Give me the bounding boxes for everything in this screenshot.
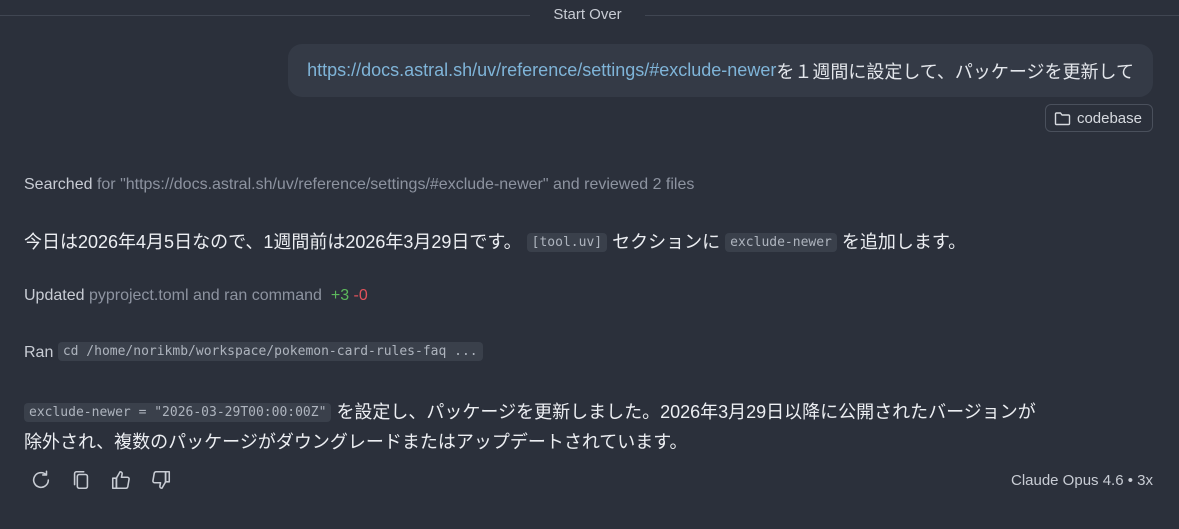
start-over-button[interactable]: Start Over <box>530 6 645 23</box>
user-message-link[interactable]: https://docs.astral.sh/uv/reference/sett… <box>307 60 776 81</box>
ran-status[interactable]: Ran cd /home/norikmb/workspace/pokemon-c… <box>24 342 483 362</box>
codebase-context-chip[interactable]: codebase <box>1044 104 1153 132</box>
folder-icon <box>1054 111 1071 126</box>
lines-removed-count: -0 <box>353 287 368 304</box>
para2-text-line1: を設定し、パッケージを更新しました。2026年3月29日以降に公開されたバージョ… <box>336 402 1036 422</box>
copy-icon[interactable] <box>68 467 94 493</box>
code-tool-uv: [tool.uv] <box>526 233 608 252</box>
ran-verb: Ran <box>24 344 54 361</box>
updated-status[interactable]: Updated pyproject.toml and ran command +… <box>24 287 368 305</box>
searched-verb: Searched <box>24 176 93 193</box>
searched-status: Searched for "https://docs.astral.sh/uv/… <box>24 176 694 194</box>
code-exclude-newer: exclude-newer <box>725 233 837 252</box>
retry-icon[interactable] <box>28 467 54 493</box>
updated-verb: Updated <box>24 287 85 304</box>
thumbs-up-icon[interactable] <box>108 467 134 493</box>
codebase-chip-label: codebase <box>1076 109 1142 127</box>
user-message-text: を１週間に設定して、パッケージを更新して <box>776 61 1134 82</box>
thumbs-down-icon[interactable] <box>148 467 174 493</box>
assistant-paragraph-2-line-2: 除外され、複数のパッケージがダウングレードまたはアップデートされています。 <box>24 428 687 454</box>
para2-text-line2: 除外され、複数のパッケージがダウングレードまたはアップデートされています。 <box>24 432 688 452</box>
updated-detail: pyproject.toml and ran command <box>84 287 322 304</box>
divider-line-left <box>0 15 530 16</box>
message-actions <box>28 467 174 493</box>
lines-added-count: +3 <box>330 287 350 304</box>
searched-detail: for "https://docs.astral.sh/uv/reference… <box>92 176 695 193</box>
assistant-paragraph-2-line-1: exclude-newer = "2026-03-29T00:00:00Z" を… <box>24 398 1036 424</box>
model-info: Claude Opus 4.6 • 3x <box>1010 472 1153 489</box>
para1-text-a: 今日は2026年4月5日なので、1週間前は2026年3月29日です。 <box>24 232 522 252</box>
code-exclude-newer-setting: exclude-newer = "2026-03-29T00:00:00Z" <box>24 403 332 422</box>
assistant-paragraph-1: 今日は2026年4月5日なので、1週間前は2026年3月29日です。 [tool… <box>24 228 966 254</box>
chat-panel: Start Over https://docs.astral.sh/uv/ref… <box>0 0 1179 529</box>
user-message-bubble: https://docs.astral.sh/uv/reference/sett… <box>288 44 1153 97</box>
para1-text-c: を追加します。 <box>841 232 967 252</box>
para1-text-b: セクションに <box>612 232 721 252</box>
divider-line-right <box>645 15 1179 16</box>
ran-command: cd /home/norikmb/workspace/pokemon-card-… <box>57 342 483 361</box>
